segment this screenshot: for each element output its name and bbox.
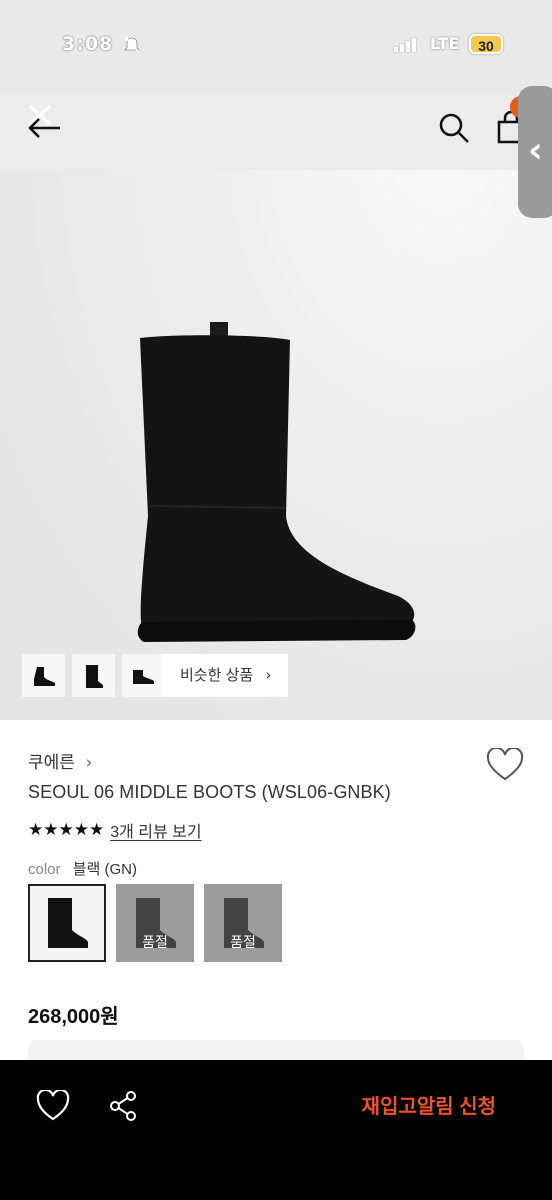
brand-link[interactable]: 쿠에른 › <box>28 748 92 773</box>
brand-name: 쿠에른 <box>28 753 75 772</box>
color-value: 블랙 (GN) <box>72 861 137 878</box>
swatch-black[interactable] <box>28 884 106 962</box>
swatch-soldout-2[interactable]: 품절 <box>204 884 282 962</box>
network-label: LTE <box>430 34 460 53</box>
chevron-right-icon: › <box>85 753 93 773</box>
boot-thumbnail-icon <box>85 664 103 688</box>
heart-icon[interactable] <box>36 1090 70 1122</box>
thumbnail-3[interactable] <box>122 654 165 697</box>
product-price: 268,000원 <box>28 1006 119 1028</box>
chevron-right-icon: › <box>265 666 272 684</box>
review-link[interactable]: 3개 리뷰 보기 <box>110 818 201 842</box>
soldout-label: 품절 <box>142 934 168 950</box>
battery-icon: 30 <box>469 34 503 54</box>
bottom-action-bar: 재입고알림 신청 <box>0 1060 552 1200</box>
thumbnail-row <box>22 654 165 697</box>
signal-icon <box>394 38 416 52</box>
rating-stars: ★★★★★ <box>28 820 105 840</box>
product-info: 쿠에른 › SEOUL 06 MIDDLE BOOTS (WSL06-GNBK)… <box>0 720 552 1060</box>
thumbnail-2[interactable] <box>72 654 115 697</box>
chevron-left-icon: ‹ <box>528 130 543 171</box>
color-label: color <box>28 861 61 878</box>
share-icon[interactable] <box>108 1090 138 1122</box>
boot-thumbnail-icon <box>132 669 154 684</box>
restock-alert-button[interactable]: 재입고알림 신청 <box>300 1090 530 1124</box>
boot-main-image <box>137 322 416 642</box>
swatch-soldout-1[interactable]: 품절 <box>116 884 194 962</box>
thumbnail-1[interactable] <box>22 654 65 697</box>
boot-thumbnail-icon <box>33 666 55 686</box>
heart-icon[interactable] <box>486 748 524 782</box>
color-row: color 블랙 (GN) <box>28 858 137 879</box>
bell-off-icon <box>124 36 140 53</box>
back-arrow-icon[interactable] <box>22 98 66 148</box>
boot-swatch-icon <box>48 898 88 948</box>
side-panel-handle[interactable]: ‹ <box>518 86 552 218</box>
status-bar: 3:08 LTE 30 <box>0 0 552 92</box>
similar-products-label: 비슷한 상품 <box>180 667 254 684</box>
status-time: 3:08 <box>62 33 114 55</box>
product-name: SEOUL 06 MIDDLE BOOTS (WSL06-GNBK) <box>28 782 391 802</box>
soldout-label: 품절 <box>230 934 256 950</box>
color-swatches: 품절 품절 <box>28 884 282 962</box>
next-section-box <box>28 1040 524 1060</box>
rating-row: ★★★★★ 3개 리뷰 보기 <box>28 818 202 842</box>
search-icon[interactable] <box>436 110 472 146</box>
similar-products-button[interactable]: 비슷한 상품 › <box>162 654 288 697</box>
